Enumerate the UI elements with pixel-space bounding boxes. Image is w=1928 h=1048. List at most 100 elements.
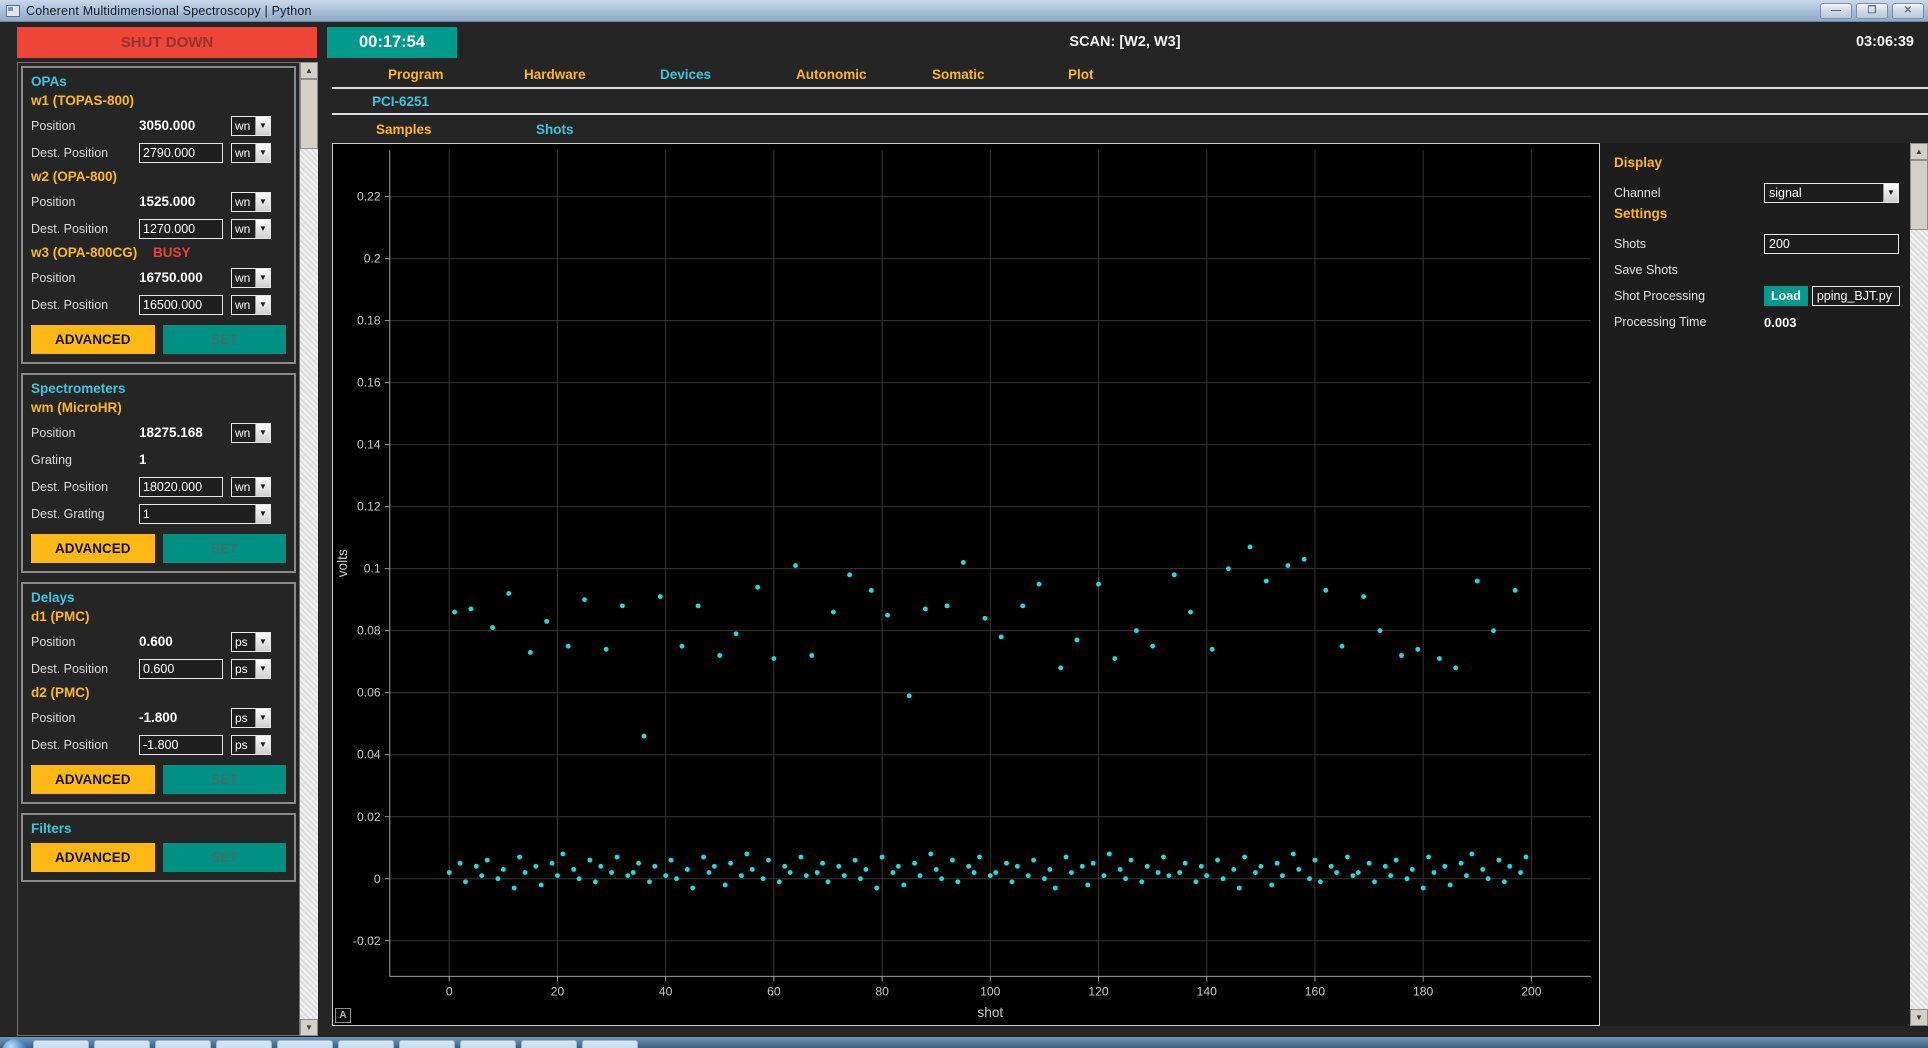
row-label: Position <box>31 711 131 725</box>
taskbar-app-button[interactable] <box>582 1040 638 1048</box>
sidebar-scrollbar[interactable]: ▲ ▼ <box>300 62 318 1036</box>
tab-shots[interactable]: Shots <box>492 122 652 137</box>
chevron-down-icon: ▼ <box>255 478 270 496</box>
units-select[interactable]: ps▼ <box>231 735 271 755</box>
set-button[interactable]: SET <box>163 534 287 563</box>
units-select[interactable]: wn▼ <box>231 268 271 288</box>
menu-program[interactable]: Program <box>332 67 468 82</box>
svg-text:0.18: 0.18 <box>357 314 381 328</box>
row-label: Dest. Grating <box>31 507 131 521</box>
chevron-down-icon: ▼ <box>255 505 270 523</box>
position-readout: 0.600 <box>139 634 223 649</box>
taskbar-app-button[interactable] <box>94 1040 150 1048</box>
restore-button[interactable]: ❐ <box>1856 3 1888 19</box>
taskbar-app-button[interactable] <box>216 1040 272 1048</box>
units-select[interactable]: wn▼ <box>231 143 271 163</box>
shots-label: Shots <box>1614 237 1764 251</box>
shots-scatter-plot[interactable]: 020406080100120140160180200-0.0200.020.0… <box>332 143 1600 1026</box>
position-row: Position 16750.000 wn▼ <box>31 264 286 291</box>
processing-time-row: Processing Time 0.003 <box>1614 309 1902 335</box>
dest-position-input[interactable] <box>139 219 223 239</box>
units-select[interactable]: wn▼ <box>231 295 271 315</box>
scan-status-label: SCAN: [W2, W3] <box>1000 34 1250 50</box>
svg-text:140: 140 <box>1197 985 1218 999</box>
dest-grating-select[interactable]: 1▼ <box>139 504 271 524</box>
chevron-down-icon: ▼ <box>1883 184 1898 202</box>
menu-somatic[interactable]: Somatic <box>876 67 1012 82</box>
advanced-button[interactable]: ADVANCED <box>31 325 155 354</box>
shots-input[interactable] <box>1764 234 1899 254</box>
start-button[interactable] <box>2 1039 28 1048</box>
group-header-d1: d1 (PMC) <box>31 609 286 624</box>
group-name: w3 (OPA-800CG) <box>31 245 137 260</box>
menu-autonomic[interactable]: Autonomic <box>740 67 876 82</box>
taskbar-app-button[interactable] <box>33 1040 89 1048</box>
channel-row: Channel signal▼ <box>1614 180 1902 206</box>
panel-scrollbar[interactable]: ▲ ▼ <box>1910 143 1928 1026</box>
autorange-button[interactable]: A <box>335 1008 351 1023</box>
dest-position-input[interactable] <box>139 143 223 163</box>
window-title: Coherent Multidimensional Spectroscopy |… <box>26 4 312 18</box>
settings-header: Settings <box>1614 206 1902 231</box>
taskbar-app-button[interactable] <box>399 1040 455 1048</box>
group-name: d2 (PMC) <box>31 685 90 700</box>
dest-position-row: Dest. Position ps▼ <box>31 655 286 682</box>
runtime-timer: 00:17:54 <box>327 27 457 58</box>
scrollbar-thumb[interactable] <box>300 79 318 149</box>
save-shots-label: Save Shots <box>1614 263 1764 277</box>
menu-devices[interactable]: Devices <box>604 67 740 82</box>
dest-position-input[interactable] <box>139 477 223 497</box>
menu-plot[interactable]: Plot <box>1012 67 1148 82</box>
units-select[interactable]: ps▼ <box>231 708 271 728</box>
shutdown-button[interactable]: SHUT DOWN <box>17 27 317 58</box>
dest-position-input[interactable] <box>139 735 223 755</box>
dest-position-row: Dest. Position ps▼ <box>31 731 286 758</box>
processing-file-input[interactable] <box>1812 286 1900 306</box>
scroll-up-icon[interactable]: ▲ <box>300 62 318 79</box>
units-select[interactable]: wn▼ <box>231 423 271 443</box>
set-button[interactable]: SET <box>163 325 287 354</box>
chevron-down-icon: ▼ <box>255 220 270 238</box>
tab-samples[interactable]: Samples <box>332 122 492 137</box>
taskbar-app-button[interactable] <box>521 1040 577 1048</box>
taskbar-app-button[interactable] <box>277 1040 333 1048</box>
load-button[interactable]: Load <box>1764 286 1808 306</box>
units-value: wn <box>232 119 255 133</box>
units-select[interactable]: ps▼ <box>231 632 271 652</box>
minimize-button[interactable]: — <box>1820 3 1852 19</box>
advanced-button[interactable]: ADVANCED <box>31 534 155 563</box>
scroll-down-icon[interactable]: ▼ <box>1910 1009 1928 1026</box>
chevron-down-icon: ▼ <box>255 193 270 211</box>
advanced-button[interactable]: ADVANCED <box>31 843 155 872</box>
scroll-down-icon[interactable]: ▼ <box>300 1019 318 1036</box>
units-select[interactable]: ps▼ <box>231 659 271 679</box>
units-select[interactable]: wn▼ <box>231 192 271 212</box>
advanced-button[interactable]: ADVANCED <box>31 765 155 794</box>
set-button[interactable]: SET <box>163 765 287 794</box>
dest-position-row: Dest. Position wn▼ <box>31 473 286 500</box>
set-button[interactable]: SET <box>163 843 287 872</box>
section-title: OPAs <box>31 74 286 89</box>
dest-position-input[interactable] <box>139 295 223 315</box>
processing-time-label: Processing Time <box>1614 315 1764 329</box>
section-opas: OPAs w1 (TOPAS-800) Position 3050.000 wn… <box>21 66 296 364</box>
taskbar-app-button[interactable] <box>338 1040 394 1048</box>
channel-select[interactable]: signal▼ <box>1764 183 1899 203</box>
units-select[interactable]: wn▼ <box>231 477 271 497</box>
scrollbar-thumb[interactable] <box>1910 160 1928 230</box>
chevron-down-icon: ▼ <box>255 424 270 442</box>
svg-text:0.14: 0.14 <box>357 438 381 452</box>
row-label: Position <box>31 119 131 133</box>
menu-hardware[interactable]: Hardware <box>468 67 604 82</box>
taskbar-app-button[interactable] <box>460 1040 516 1048</box>
row-label: Dest. Position <box>31 480 131 494</box>
units-select[interactable]: wn▼ <box>231 116 271 136</box>
svg-text:100: 100 <box>980 985 1001 999</box>
tab-pci-6251[interactable]: PCI-6251 <box>332 94 429 109</box>
units-select[interactable]: wn▼ <box>231 219 271 239</box>
dest-position-input[interactable] <box>139 659 223 679</box>
taskbar-app-button[interactable] <box>155 1040 211 1048</box>
close-button[interactable]: ✕ <box>1892 3 1924 19</box>
svg-text:40: 40 <box>659 985 673 999</box>
scroll-up-icon[interactable]: ▲ <box>1910 143 1928 160</box>
